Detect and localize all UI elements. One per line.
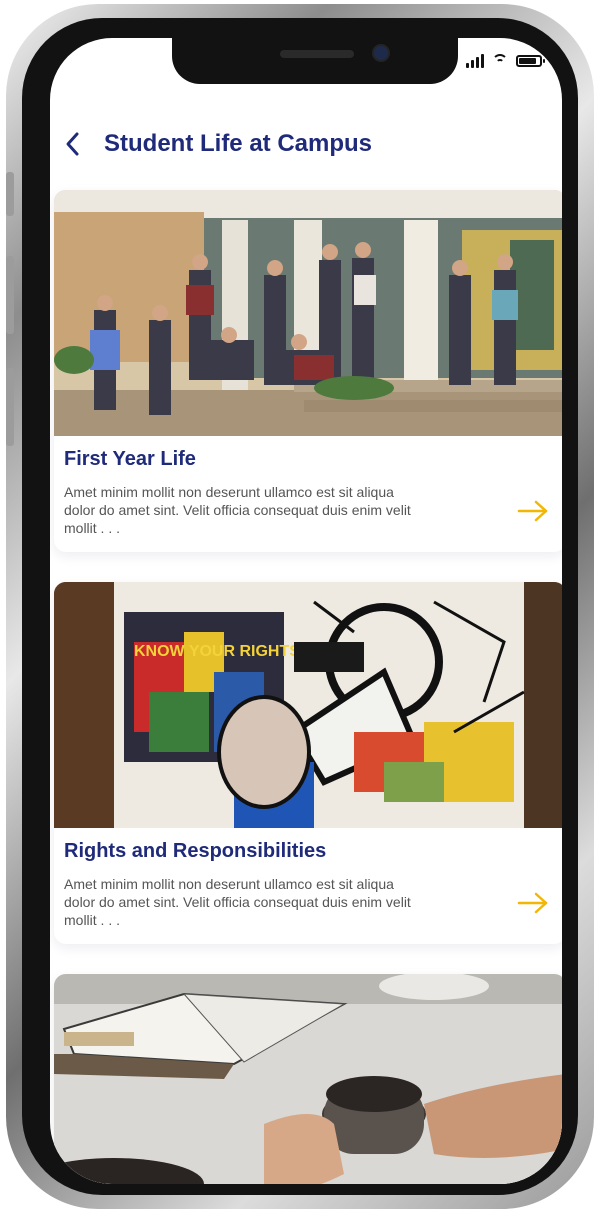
battery-icon xyxy=(516,55,545,67)
card-description: Amet minim mollit non deserunt ullamco e… xyxy=(64,876,411,928)
notch xyxy=(172,38,458,84)
graffiti-mural-photo: KNOW YOUR RIGHTS xyxy=(54,582,562,828)
phone-frame: Student Life at Campus First Year Life A… xyxy=(6,4,594,1209)
arrow-right-icon[interactable] xyxy=(516,500,550,522)
arrow-right-icon[interactable] xyxy=(516,892,550,914)
signal-icon xyxy=(466,54,484,68)
page-header: Student Life at Campus xyxy=(64,130,372,158)
app-screen: Student Life at Campus First Year Life A… xyxy=(50,38,562,1184)
front-camera xyxy=(374,46,388,60)
wifi-icon xyxy=(492,54,508,68)
card-first-year-life[interactable]: First Year Life Amet minim mollit non de… xyxy=(54,190,562,552)
volume-down-button xyxy=(6,368,14,446)
card-study-time[interactable] xyxy=(54,974,562,1184)
students-on-campus-steps-photo xyxy=(54,190,562,436)
card-rights-and-responsibilities[interactable]: KNOW YOUR RIGHTS Rights and Responsibili… xyxy=(54,582,562,944)
chevron-left-icon[interactable] xyxy=(64,131,82,157)
book-and-coffee-cup-photo xyxy=(54,974,562,1184)
card-description: Amet minim mollit non deserunt ullamco e… xyxy=(64,484,411,536)
speaker-grille xyxy=(280,50,354,58)
mute-switch xyxy=(6,172,14,216)
card-title: Rights and Responsibilities xyxy=(64,840,327,862)
page-title: Student Life at Campus xyxy=(104,130,373,157)
mural-text: KNOW YOUR RIGHTS xyxy=(134,643,300,660)
card-title: First Year Life xyxy=(64,448,196,470)
status-bar xyxy=(466,54,545,68)
volume-up-button xyxy=(6,256,14,334)
